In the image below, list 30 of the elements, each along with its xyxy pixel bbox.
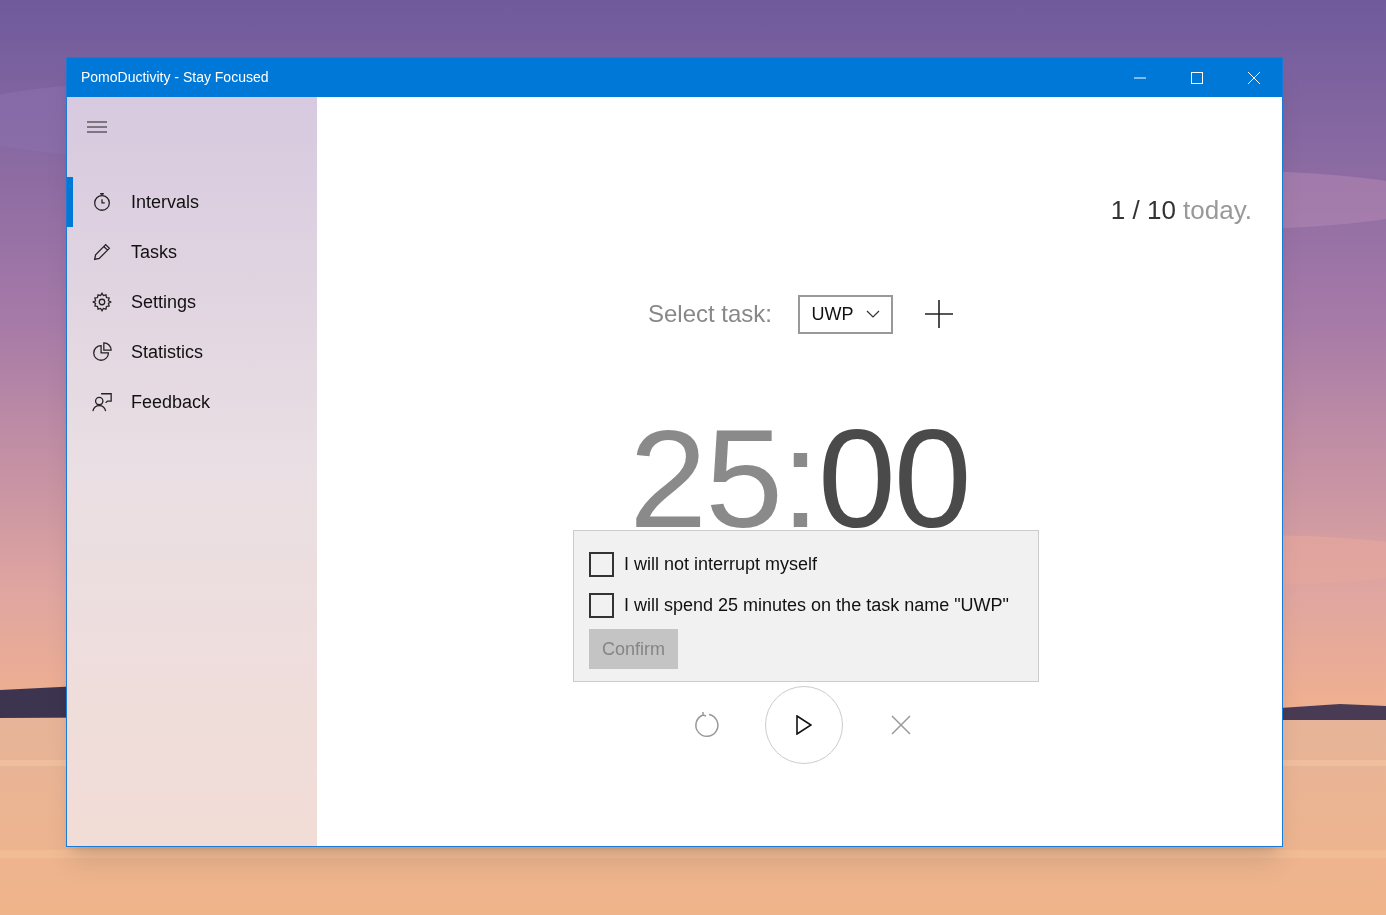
- nav-item[interactable]: Statistics: [67, 327, 317, 377]
- timer-separator: :: [781, 426, 818, 531]
- checkbox-label: I will spend 25 minutes on the task name "UWP": [624, 594, 1009, 617]
- session-counter: 1 / 10 today.: [1110, 194, 1252, 227]
- timer-minutes: 25: [629, 426, 782, 531]
- settings-icon: [91, 291, 113, 313]
- close-icon: [890, 715, 911, 735]
- chevron-down-icon: [865, 310, 880, 318]
- nav-item[interactable]: Tasks: [67, 227, 317, 277]
- pie-chart-icon: [91, 341, 113, 363]
- plus-icon: [925, 300, 954, 328]
- close-icon: [1247, 71, 1260, 84]
- stopwatch-icon: [91, 191, 113, 213]
- reset-icon: [692, 711, 721, 739]
- select-task-label: Select task:: [647, 299, 773, 329]
- maximize-icon: [1190, 71, 1203, 84]
- timer-seconds: 00: [817, 426, 970, 531]
- checkbox-label: I will not interrupt myself: [624, 553, 818, 576]
- feedback-icon: [91, 391, 113, 413]
- play-icon: [795, 715, 812, 735]
- task-dropdown[interactable]: UWP: [798, 294, 894, 334]
- pencil-icon: [91, 241, 113, 263]
- menu-icon: [87, 121, 107, 133]
- nav-item[interactable]: Settings: [67, 277, 317, 327]
- minimize-icon: [1133, 76, 1146, 79]
- nav-item[interactable]: Feedback: [67, 377, 317, 427]
- window-title: PomoDuctivity - Stay Focused: [81, 68, 269, 87]
- checkbox[interactable]: [589, 593, 614, 618]
- nav-item[interactable]: Intervals: [67, 177, 317, 227]
- checkbox[interactable]: [589, 552, 614, 577]
